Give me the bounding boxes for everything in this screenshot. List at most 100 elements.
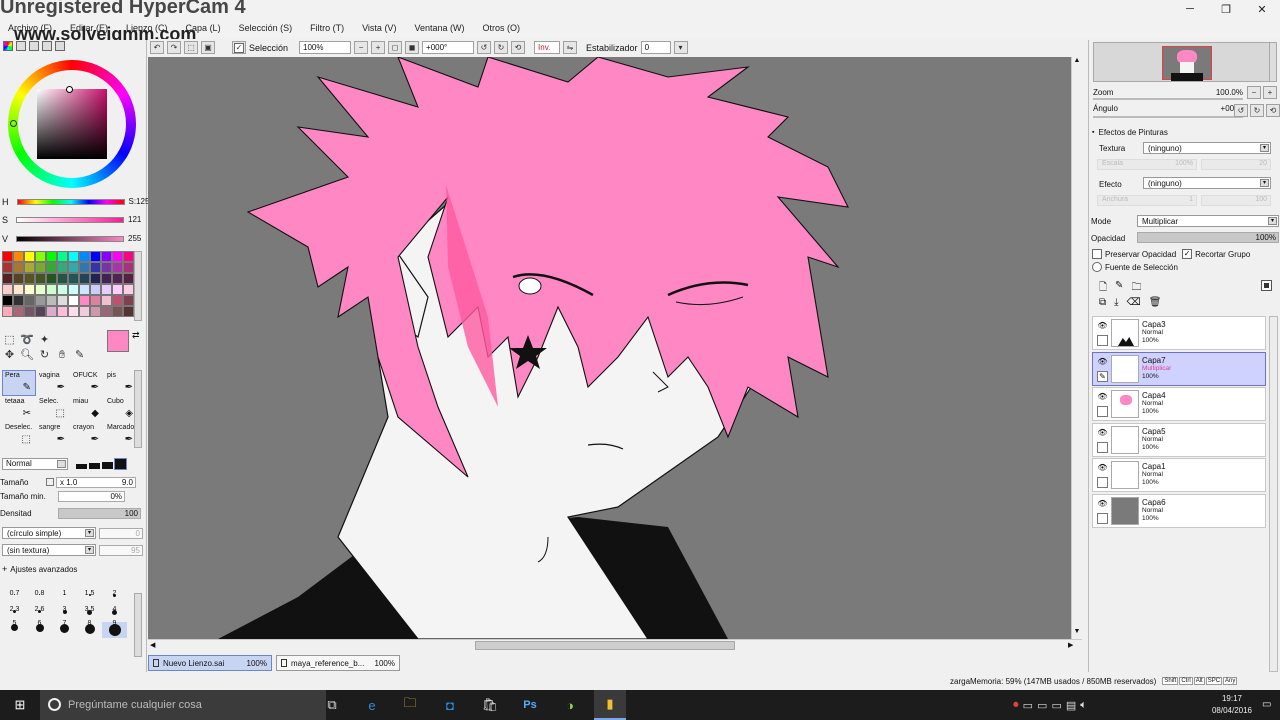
zoom-out-icon[interactable]: −: [354, 41, 369, 54]
palette-swatch[interactable]: [35, 306, 46, 317]
palette-swatch[interactable]: [24, 273, 35, 284]
flip-icon[interactable]: ⇋: [563, 41, 578, 54]
tray-icon[interactable]: ▭: [1023, 699, 1033, 712]
zoom-icon[interactable]: 🔍︎: [20, 347, 35, 362]
palette-swatch[interactable]: [68, 262, 79, 273]
brush-texture-strength[interactable]: 95: [99, 544, 143, 556]
brush-blend-select[interactable]: Normal: [2, 458, 68, 470]
color-wheel-tab-icon[interactable]: [3, 41, 13, 51]
notifications-icon[interactable]: ▭: [1262, 699, 1271, 710]
dot-size-cell[interactable]: 7: [52, 619, 77, 635]
brush-scrollbar[interactable]: [134, 370, 142, 448]
palette-swatch[interactable]: [46, 251, 57, 262]
menu-ventana[interactable]: Ventana (W): [414, 23, 464, 33]
new-linework-layer-icon[interactable]: ✎: [1115, 280, 1123, 297]
color-picker-cursor[interactable]: [66, 86, 73, 93]
primary-color-swatch[interactable]: [107, 330, 129, 352]
zoom-reset-icon[interactable]: ◼: [405, 41, 420, 54]
brush-slot[interactable]: crayon ✒: [70, 422, 104, 448]
advanced-settings-row[interactable]: + Ajustes avanzados: [0, 562, 146, 576]
nav-angle-slider[interactable]: [1093, 116, 1243, 118]
stabilizer-field[interactable]: 0: [640, 41, 671, 54]
palette-swatch[interactable]: [123, 306, 134, 317]
doc-tab-active[interactable]: Nuevo Lienzo.sai 100%: [148, 655, 272, 671]
volume-icon[interactable]: 🔈︎: [1080, 699, 1087, 712]
layer-panel-menu-icon[interactable]: [1261, 280, 1272, 291]
hsv-slider-tab-icon[interactable]: [29, 41, 39, 51]
palette-swatch[interactable]: [123, 262, 134, 273]
palette-swatch[interactable]: [68, 306, 79, 317]
redo-icon[interactable]: ↷: [167, 41, 181, 54]
dot-size-cell[interactable]: 1.5: [77, 582, 102, 598]
palette-swatch[interactable]: [101, 295, 112, 306]
palette-swatch[interactable]: [90, 295, 101, 306]
deselect-icon[interactable]: ⬚: [184, 41, 198, 54]
palette-swatch[interactable]: [35, 273, 46, 284]
nav-zoom-in-icon[interactable]: +: [1263, 86, 1277, 99]
texture-scale-slider[interactable]: Escala 100%: [1097, 159, 1197, 170]
dot-size-cell[interactable]: 2: [102, 583, 127, 599]
selection-checkbox[interactable]: ✓: [232, 41, 246, 54]
saturation-value-square[interactable]: [37, 89, 107, 159]
layer-lock-icon[interactable]: [1097, 406, 1108, 417]
palette-swatch[interactable]: [24, 262, 35, 273]
palette-swatch[interactable]: [101, 306, 112, 317]
brush-shape-select[interactable]: (círculo simple) ▾: [2, 527, 96, 539]
visibility-eye-icon[interactable]: 👁︎: [1097, 462, 1108, 473]
brush-slot[interactable]: Deselec. ⬚: [2, 422, 36, 448]
undo-icon[interactable]: ↶: [150, 41, 164, 54]
navigator-scrollbar[interactable]: [1269, 42, 1277, 82]
brush-shape-dropdown-icon[interactable]: ▾: [85, 529, 94, 537]
nav-rotate-right-icon[interactable]: ↻: [1250, 104, 1264, 117]
brush-slot[interactable]: Marcado ✒: [104, 422, 138, 448]
new-layer-icon[interactable]: 🗋︎: [1099, 280, 1107, 297]
scroll-left-icon[interactable]: ◀: [150, 641, 155, 649]
invert-button[interactable]: Inv.: [534, 41, 561, 54]
zoom-field[interactable]: 100%: [299, 41, 352, 54]
brush-texture-dropdown-icon[interactable]: ▾: [85, 546, 94, 554]
palette-swatch[interactable]: [24, 251, 35, 262]
palette-swatch[interactable]: [90, 262, 101, 273]
layer-lock-icon[interactable]: [1097, 513, 1108, 524]
merge-down-icon[interactable]: ⤓: [1114, 297, 1118, 308]
hue-slider[interactable]: H S:125: [2, 196, 149, 207]
magic-wand-icon[interactable]: ✦: [37, 332, 52, 347]
palette-swatch[interactable]: [57, 306, 68, 317]
blend-dropdown-icon[interactable]: [57, 460, 66, 468]
start-icon[interactable]: ⊞: [4, 690, 36, 720]
visibility-eye-icon[interactable]: 👁︎: [1097, 356, 1108, 367]
palette-swatch[interactable]: [112, 273, 123, 284]
layer-lock-icon[interactable]: [1097, 477, 1108, 488]
photoshop-icon[interactable]: Ps: [514, 690, 546, 720]
dot-size-cell[interactable]: 4: [102, 601, 127, 617]
palette-swatch[interactable]: [90, 306, 101, 317]
palette-swatch[interactable]: [101, 284, 112, 295]
layer-lock-icon[interactable]: ✎: [1097, 371, 1108, 382]
nav-rotate-reset-icon[interactable]: ⟲: [1266, 104, 1280, 117]
nav-rotate-left-icon[interactable]: ↺: [1234, 104, 1248, 117]
visibility-eye-icon[interactable]: 👁︎: [1097, 320, 1108, 331]
palette-swatch[interactable]: [35, 295, 46, 306]
layer-row[interactable]: 👁︎ Capa4 Normal 100%: [1092, 387, 1266, 421]
palette-swatch[interactable]: [79, 306, 90, 317]
visibility-eye-icon[interactable]: 👁︎: [1097, 391, 1108, 402]
shape-soft-icon[interactable]: [76, 459, 87, 469]
brush-slot[interactable]: Pera ✎: [2, 370, 36, 396]
palette-swatch[interactable]: [68, 273, 79, 284]
angle-field[interactable]: +000°: [422, 41, 475, 54]
palette-tab-icon[interactable]: [42, 41, 52, 51]
zoom-fit-icon[interactable]: ◻: [388, 41, 403, 54]
size-lock-icon[interactable]: [46, 478, 54, 486]
effect-width-slider[interactable]: Anchura 1: [1097, 195, 1197, 206]
menu-filtro[interactable]: Filtro (T): [310, 23, 344, 33]
rotate-icon[interactable]: ↻: [37, 347, 52, 362]
dot-size-cell[interactable]: 3: [52, 600, 77, 616]
palette-swatch[interactable]: [57, 295, 68, 306]
selection-source-radio[interactable]: [1092, 262, 1102, 272]
palette-swatch[interactable]: [112, 284, 123, 295]
palette-swatch[interactable]: [57, 273, 68, 284]
brush-texture-select[interactable]: (sin textura) ▾: [2, 544, 96, 556]
palette-swatch[interactable]: [46, 273, 57, 284]
palette-swatch[interactable]: [79, 251, 90, 262]
palette-swatch[interactable]: [123, 284, 134, 295]
